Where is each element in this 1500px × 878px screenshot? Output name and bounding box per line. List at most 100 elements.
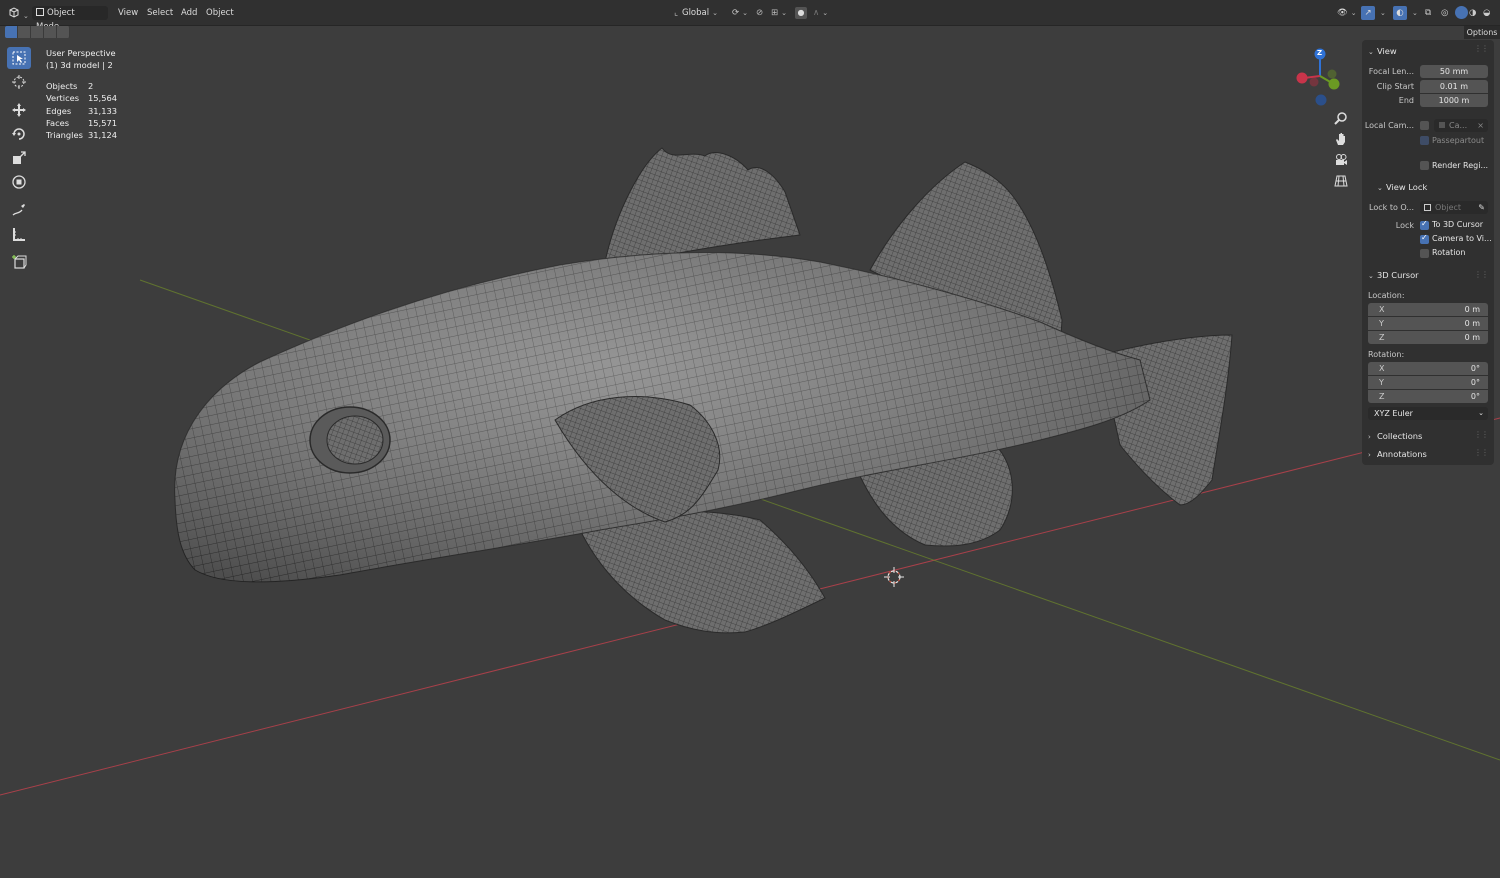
visibility-icon[interactable]: 👁 ⌄ (1337, 6, 1357, 20)
view-name: User Perspective (46, 48, 116, 58)
snap-target-icon[interactable]: ⊞ ⌄ (771, 6, 787, 20)
3d-viewport[interactable]: Z (0, 40, 1500, 878)
panel-header-collections[interactable]: › Collections (1368, 430, 1422, 442)
gizmo-dropdown-icon[interactable]: ⌄ (1377, 6, 1386, 20)
stat-row: Faces 15,571 (46, 117, 117, 129)
drag-handle-icon[interactable]: ⋮⋮ (1474, 448, 1489, 457)
lock-rotation-checkbox[interactable] (1420, 249, 1429, 258)
panel-header-view-lock[interactable]: ⌄ View Lock (1377, 181, 1427, 193)
local-camera-field[interactable]: Ca... × (1434, 119, 1488, 132)
menu-view[interactable]: View (118, 6, 138, 20)
transform-tool[interactable] (7, 171, 31, 193)
select-intersect-icon[interactable] (57, 26, 70, 38)
viewport-scene (0, 48, 1500, 796)
drag-handle-icon[interactable]: ⋮⋮ (1474, 430, 1489, 439)
perspective-toggle-button[interactable] (1330, 170, 1352, 191)
proportional-edit-icon[interactable]: ● (795, 7, 807, 19)
pan-button[interactable] (1330, 128, 1352, 149)
panel-header-3d-cursor[interactable]: ⌄ 3D Cursor (1368, 269, 1419, 281)
lock-to-object-field[interactable]: Object ✎ (1420, 201, 1488, 214)
transform-icon (12, 175, 26, 189)
select-invert-icon[interactable] (44, 26, 57, 38)
editor-type-button[interactable]: ⌄ (8, 6, 29, 20)
scale-tool[interactable] (7, 147, 31, 169)
menu-select[interactable]: Select (147, 6, 173, 20)
cursor-tool[interactable] (7, 71, 31, 93)
select-subtract-icon[interactable] (31, 26, 44, 38)
rotate-tool[interactable] (7, 123, 31, 145)
falloff-icon[interactable]: ∧ ⌄ (813, 6, 828, 20)
passepartout-checkbox[interactable] (1420, 136, 1429, 145)
render-region-checkbox[interactable] (1420, 161, 1429, 170)
cursor-location-x[interactable]: X0 m (1368, 303, 1488, 316)
menu-add[interactable]: Add (181, 6, 197, 20)
shading-material-icon[interactable]: ◑ (1469, 6, 1476, 20)
sidebar-n-panel: ⌄ View Focal Len... 50 mm Clip Start 0.01… (1362, 40, 1494, 465)
shading-wireframe-icon[interactable]: ◎ (1441, 6, 1448, 20)
panel-header-annotations[interactable]: › Annotations (1368, 448, 1427, 460)
stat-row: Objects 2 (46, 80, 117, 92)
object-mode-icon (36, 8, 44, 16)
focal-length-field[interactable]: 50 mm (1420, 65, 1488, 78)
stat-label: Faces (46, 118, 70, 129)
collection-info: (1) 3d model | 2 (46, 60, 113, 71)
selection-mode-buttons[interactable] (5, 26, 70, 38)
chevron-down-icon: ⌄ (1380, 9, 1386, 17)
shading-rendered-icon[interactable]: ◒ (1483, 6, 1490, 20)
transform-orientation-dropdown[interactable]: ⌞ Global ⌄ (674, 6, 718, 20)
lock-rotation-label: Rotation (1432, 248, 1466, 257)
snap-toggle-icon[interactable]: ⊘ (756, 6, 763, 20)
viewport-header: ⌄ Object Mode⌄ View Select Add Object ⌞G… (0, 0, 1500, 32)
gizmo-toggle-icon[interactable]: ↗ (1361, 6, 1375, 20)
clip-start-field[interactable]: 0.01 m (1420, 80, 1488, 93)
overlays-dropdown-icon[interactable]: ⌄ (1409, 6, 1418, 20)
lock-label: Lock (1395, 221, 1414, 230)
cursor-rotation-x[interactable]: X 0° (1368, 362, 1488, 375)
stat-label: Triangles (46, 130, 83, 141)
drag-handle-icon[interactable]: ⋮⋮ (1474, 44, 1489, 53)
mode-dropdown[interactable]: Object Mode⌄ (32, 6, 108, 32)
panel-header-view[interactable]: ⌄ View (1368, 45, 1397, 57)
add-cube-tool[interactable] (7, 251, 31, 273)
overlays-toggle-icon[interactable]: ◐ (1393, 6, 1407, 20)
lock-to-3d-cursor-checkbox[interactable] (1420, 219, 1429, 230)
hand-icon (1336, 132, 1345, 145)
annotate-tool[interactable] (7, 199, 31, 221)
select-new-icon[interactable] (5, 26, 18, 38)
orientation-icon: ⌞ (674, 8, 678, 18)
chevron-right-icon: › (1368, 451, 1371, 459)
stat-value: 2 (88, 80, 94, 91)
move-arrows-icon (12, 103, 26, 117)
zoom-button[interactable] (1330, 107, 1352, 128)
camera-icon (1336, 153, 1347, 165)
cursor-rotation-y[interactable]: Y 0° (1368, 376, 1488, 389)
local-camera-checkbox[interactable] (1420, 121, 1429, 130)
pivot-point-button[interactable]: ⟳ ⌄ (732, 6, 748, 20)
select-extend-icon[interactable] (18, 26, 31, 38)
drag-handle-icon[interactable]: ⋮⋮ (1474, 270, 1489, 279)
menu-object[interactable]: Object (206, 6, 234, 20)
clip-end-label: End (1398, 96, 1414, 105)
shading-solid-icon[interactable] (1455, 6, 1468, 19)
viewport-subheader (0, 26, 1500, 40)
clear-x-icon[interactable]: × (1477, 119, 1484, 132)
clip-end-field[interactable]: 1000 m (1420, 94, 1488, 107)
location-label: Location: (1368, 291, 1405, 300)
xray-toggle-icon[interactable]: ⧉ (1425, 6, 1431, 20)
select-box-tool[interactable] (7, 47, 31, 69)
measure-tool[interactable] (7, 223, 31, 245)
orientation-label: Global (681, 8, 710, 18)
camera-view-button[interactable] (1330, 149, 1352, 170)
cursor-rotation-z[interactable]: Z 0° (1368, 390, 1488, 403)
stat-value: 31,124 (88, 130, 118, 141)
options-button[interactable]: Options (1464, 26, 1500, 39)
cursor-location-y[interactable]: Y0 m (1368, 317, 1488, 330)
clip-start-label: Clip Start (1376, 82, 1414, 91)
cursor-location-z[interactable]: Z0 m (1368, 331, 1488, 344)
stat-row: Edges 31,133 (46, 105, 117, 117)
move-tool[interactable] (7, 99, 31, 121)
rotation-mode-dropdown[interactable]: XYZ Euler ⌄ (1368, 407, 1488, 420)
select-cursor-icon (12, 51, 26, 65)
camera-to-view-checkbox[interactable] (1420, 233, 1429, 244)
eyedropper-icon[interactable]: ✎ (1478, 201, 1485, 214)
